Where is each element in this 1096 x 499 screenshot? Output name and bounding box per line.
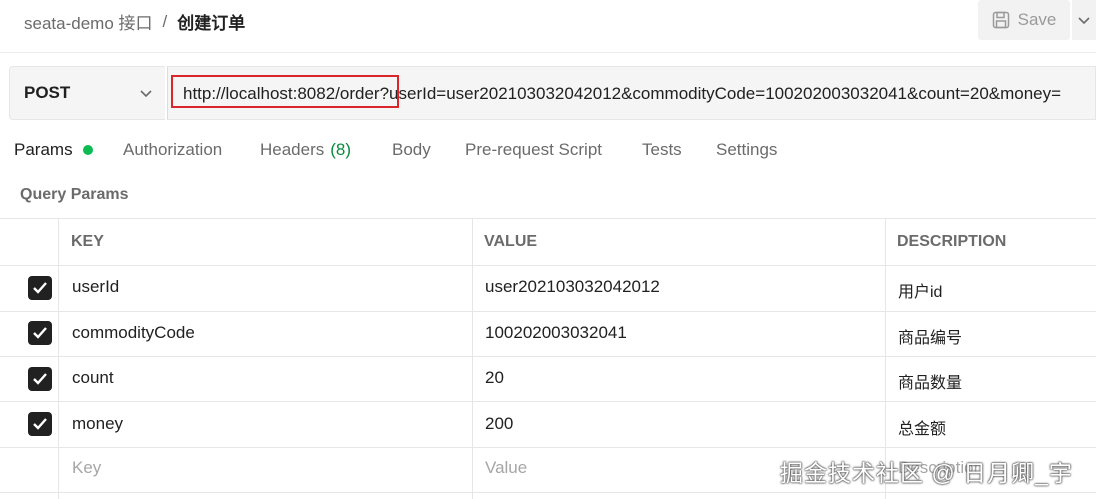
tab-headers[interactable]: Headers (8) (260, 140, 351, 160)
tab-body[interactable]: Body (392, 140, 431, 160)
table-divider (0, 218, 1096, 219)
save-icon (992, 11, 1009, 29)
query-params-title: Query Params (20, 186, 129, 203)
param-key[interactable]: count (72, 368, 114, 388)
row-enabled-checkbox[interactable] (28, 367, 52, 391)
param-description[interactable]: 商品编号 (898, 324, 962, 348)
table-divider (472, 218, 473, 499)
param-value[interactable]: 20 (485, 368, 504, 388)
new-param-key-input[interactable]: Key (72, 458, 101, 478)
row-enabled-checkbox[interactable] (28, 412, 52, 436)
tab-tests[interactable]: Tests (642, 140, 682, 160)
param-key[interactable]: userId (72, 277, 119, 297)
chevron-down-icon (140, 90, 152, 98)
header-divider (0, 52, 1096, 53)
table-divider (0, 447, 1096, 448)
breadcrumb: seata-demo 接口 / 创建订单 (24, 9, 245, 34)
url-highlight-box (171, 75, 399, 108)
save-label: Save (1017, 10, 1057, 29)
watermark: 掘金技术社区 @ 日月卿_宇 (780, 460, 1073, 486)
tab-headers-label: Headers (260, 140, 325, 159)
table-divider (58, 218, 59, 499)
chevron-down-icon (1078, 17, 1090, 25)
param-description[interactable]: 用户id (898, 278, 942, 302)
breadcrumb-separator: / (162, 11, 168, 31)
param-key[interactable]: money (72, 414, 123, 434)
save-options-button[interactable] (1072, 0, 1096, 40)
tab-params[interactable]: Params (14, 140, 93, 160)
row-enabled-checkbox[interactable] (28, 321, 52, 345)
table-divider (0, 356, 1096, 357)
tab-settings[interactable]: Settings (716, 140, 777, 160)
checkmark-icon (33, 373, 47, 385)
active-indicator-dot (82, 145, 93, 155)
save-button[interactable]: Save (978, 0, 1070, 40)
method-select[interactable]: POST (9, 66, 165, 120)
request-tabs: Params Authorization Headers (8) Body Pr… (0, 140, 1096, 168)
new-param-value-input[interactable]: Value (485, 458, 527, 478)
breadcrumb-collection[interactable]: seata-demo 接口 (24, 9, 153, 34)
row-enabled-checkbox[interactable] (28, 276, 52, 300)
param-description[interactable]: 总金额 (898, 415, 946, 439)
tab-pre-request-script[interactable]: Pre-request Script (465, 140, 602, 160)
table-divider (0, 401, 1096, 402)
checkmark-icon (33, 282, 47, 294)
checkmark-icon (33, 418, 47, 430)
param-value[interactable]: 200 (485, 414, 513, 434)
param-value[interactable]: user202103032042012 (485, 277, 660, 297)
request-name[interactable]: 创建订单 (177, 9, 245, 34)
column-header-value: VALUE (484, 233, 538, 250)
checkmark-icon (33, 327, 47, 339)
request-header: seata-demo 接口 / 创建订单 Save (0, 0, 1096, 42)
url-query: ?userId=user202103032042012&commodityCod… (379, 84, 1062, 103)
table-divider (0, 265, 1096, 266)
column-header-description: DESCRIPTION (897, 233, 1007, 250)
tab-params-label: Params (14, 140, 73, 159)
table-divider (0, 492, 1096, 493)
table-divider (0, 311, 1096, 312)
headers-count-badge: (8) (330, 140, 352, 159)
param-description[interactable]: 商品数量 (898, 369, 962, 393)
param-key[interactable]: commodityCode (72, 323, 195, 343)
method-label: POST (24, 83, 71, 102)
tab-authorization[interactable]: Authorization (123, 140, 222, 160)
column-header-key: KEY (71, 233, 104, 250)
param-value[interactable]: 100202003032041 (485, 323, 627, 343)
